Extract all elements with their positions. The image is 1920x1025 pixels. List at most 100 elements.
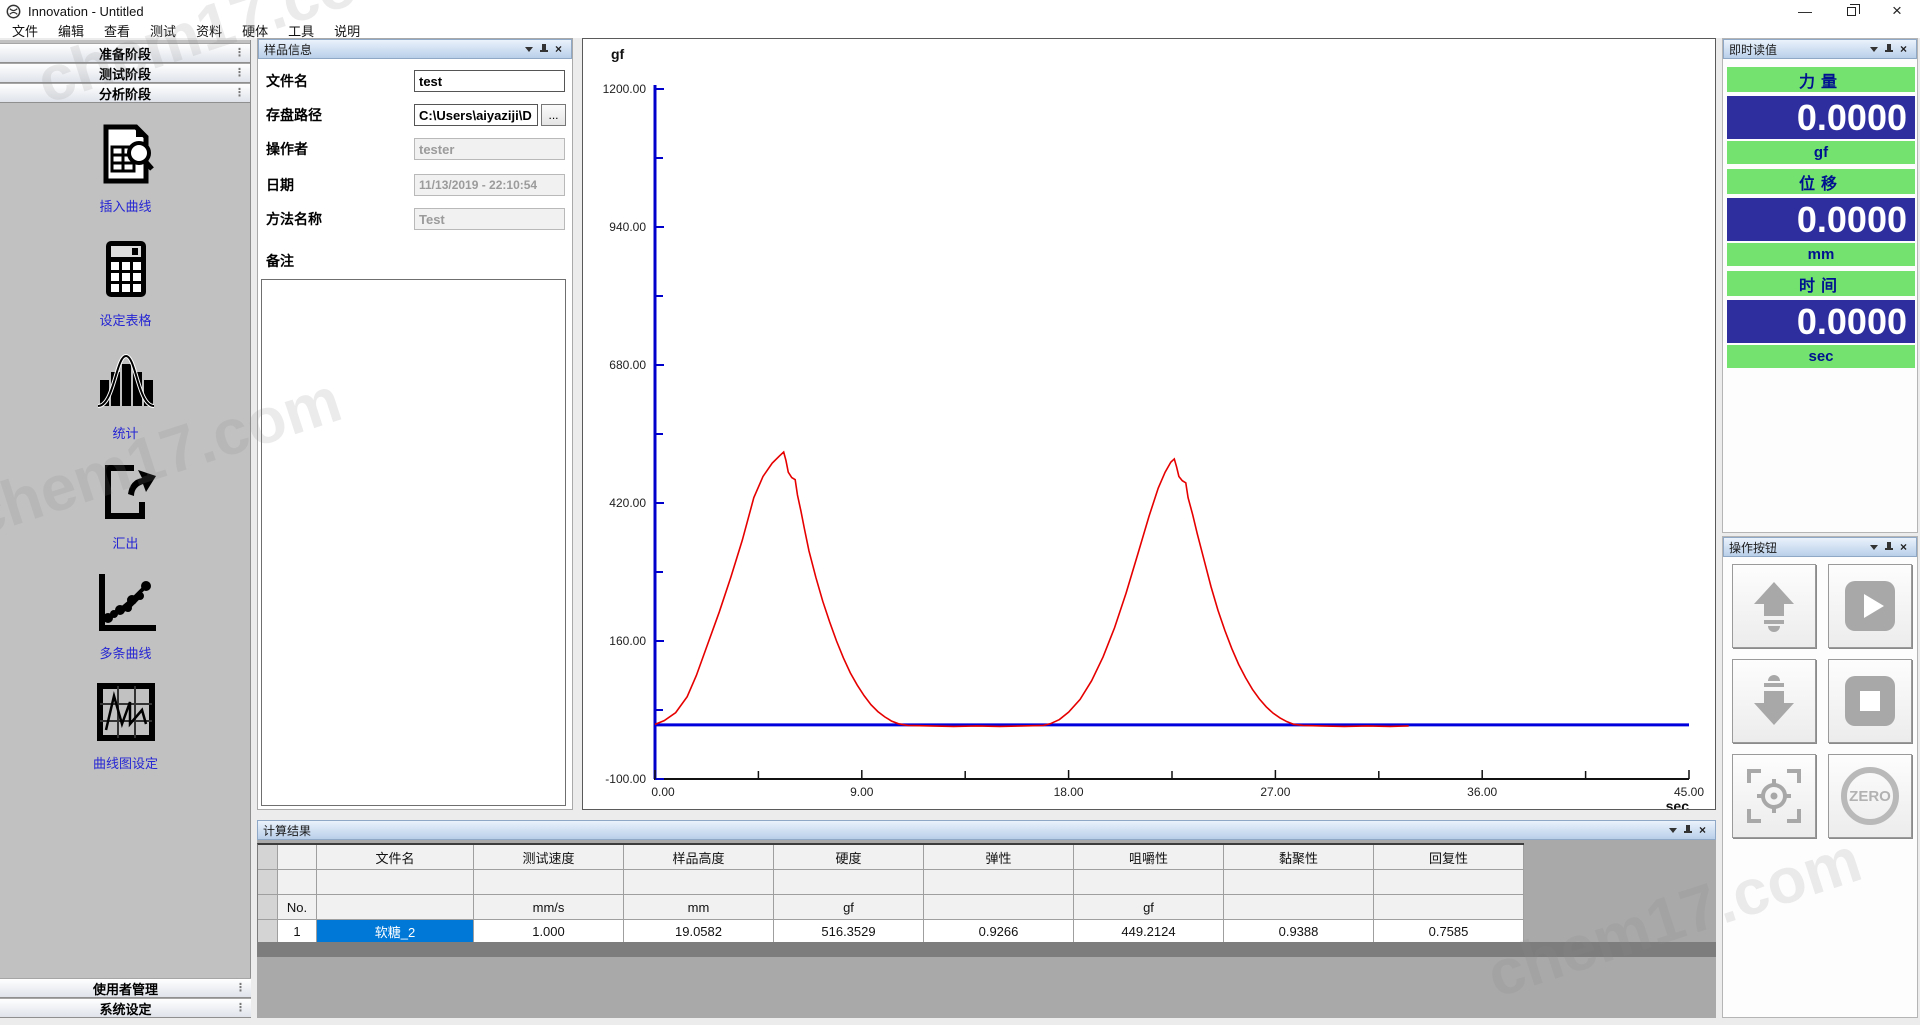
tab-user-management[interactable]: 使用者管理 ⋮ xyxy=(0,978,251,998)
panel-close-button[interactable]: × xyxy=(1695,823,1710,837)
displacement-unit: mm xyxy=(1727,243,1915,266)
title-bar: Innovation - Untitled — × xyxy=(0,0,1920,22)
menu-data[interactable]: 资料 xyxy=(186,21,232,40)
col-header-height[interactable]: 样品高度 xyxy=(624,845,774,870)
empty-cell xyxy=(1074,870,1224,895)
target-button[interactable] xyxy=(1732,754,1816,838)
readouts-header: 即时读值 × xyxy=(1723,39,1917,59)
col-header-hardness[interactable]: 硬度 xyxy=(774,845,924,870)
tool-label: 统计 xyxy=(0,423,251,442)
unit-speed: mm/s xyxy=(474,895,624,920)
panel-dropdown-button[interactable] xyxy=(1866,42,1881,56)
displacement-readout: 位移 0.0000 mm xyxy=(1727,169,1915,266)
grip-icon: ⋮ xyxy=(234,46,244,59)
unit-hardness: gf xyxy=(774,895,924,920)
remark-label: 备注 xyxy=(266,251,294,271)
panel-close-button[interactable]: × xyxy=(1896,42,1911,56)
pin-icon xyxy=(1884,44,1894,55)
col-header-cohesiveness[interactable]: 黏聚性 xyxy=(1224,845,1374,870)
tab-prepare-stage[interactable]: 准备阶段 ⋮ xyxy=(0,43,250,63)
tool-label: 插入曲线 xyxy=(0,196,251,215)
panel-title: 样品信息 xyxy=(264,41,521,58)
path-input[interactable] xyxy=(414,104,538,126)
tab-system-settings[interactable]: 系统设定 ⋮ xyxy=(0,998,251,1018)
empty-cell xyxy=(278,870,317,895)
tool-chart-settings[interactable]: 曲线图设定 xyxy=(0,680,251,772)
panel-pin-button[interactable] xyxy=(1881,42,1896,56)
panel-title: 操作按钮 xyxy=(1729,539,1866,556)
no-header: No. xyxy=(278,895,317,920)
menu-edit[interactable]: 编辑 xyxy=(48,21,94,40)
menu-file[interactable]: 文件 xyxy=(2,21,48,40)
panel-close-button[interactable]: × xyxy=(1896,540,1911,554)
chart-settings-icon xyxy=(94,680,158,742)
jog-down-button[interactable] xyxy=(1732,659,1816,743)
tab-analysis-stage[interactable]: 分析阶段 ⋮ xyxy=(0,83,250,103)
unit-filename xyxy=(317,895,474,920)
cell-speed[interactable]: 1.000 xyxy=(474,920,624,944)
empty-cell xyxy=(1374,870,1524,895)
tool-set-table[interactable]: 设定表格 xyxy=(0,237,251,329)
panel-dropdown-button[interactable] xyxy=(1665,823,1680,837)
tool-multi-curve[interactable]: 多条曲线 xyxy=(0,570,251,662)
force-time-chart: gf1200.00940.00680.00420.00160.00-100.00… xyxy=(583,39,1715,809)
menu-view[interactable]: 查看 xyxy=(94,21,140,40)
remark-textarea[interactable] xyxy=(261,279,566,806)
grip-icon: ⋮ xyxy=(235,1001,245,1014)
tab-label: 系统设定 xyxy=(0,999,251,1018)
stop-button[interactable] xyxy=(1828,659,1912,743)
menu-help[interactable]: 说明 xyxy=(324,21,370,40)
browse-button[interactable]: ... xyxy=(541,104,566,126)
cell-springiness[interactable]: 0.9266 xyxy=(924,920,1074,944)
row-gutter xyxy=(258,895,278,920)
col-header-chewiness[interactable]: 咀嚼性 xyxy=(1074,845,1224,870)
svg-text:420.00: 420.00 xyxy=(609,496,646,510)
panel-dropdown-button[interactable] xyxy=(1866,540,1881,554)
arrow-down-icon xyxy=(1746,673,1802,729)
panel-pin-button[interactable] xyxy=(1680,823,1695,837)
force-unit: gf xyxy=(1727,141,1915,164)
row-number[interactable]: 1 xyxy=(278,920,317,944)
restore-button[interactable] xyxy=(1828,0,1874,22)
minimize-button[interactable]: — xyxy=(1782,0,1828,22)
cell-chewiness[interactable]: 449.2124 xyxy=(1074,920,1224,944)
svg-text:0.00: 0.00 xyxy=(651,785,675,799)
close-icon: × xyxy=(1699,824,1706,836)
panel-pin-button[interactable] xyxy=(536,42,551,56)
zero-button[interactable]: ZERO xyxy=(1828,754,1912,838)
filename-input[interactable] xyxy=(414,70,565,92)
menu-test[interactable]: 测试 xyxy=(140,21,186,40)
cell-filename[interactable]: 软糖_2 xyxy=(317,920,474,944)
tool-statistics[interactable]: 统计 xyxy=(0,350,251,442)
panel-close-button[interactable]: × xyxy=(551,42,566,56)
cell-hardness[interactable]: 516.3529 xyxy=(774,920,924,944)
pin-icon xyxy=(1683,825,1693,836)
unit-cohesiveness xyxy=(1224,895,1374,920)
cell-height[interactable]: 19.0582 xyxy=(624,920,774,944)
cell-resilience[interactable]: 0.7585 xyxy=(1374,920,1524,944)
run-button[interactable] xyxy=(1828,564,1912,648)
col-header-filename[interactable]: 文件名 xyxy=(317,845,474,870)
close-button[interactable]: × xyxy=(1874,0,1920,22)
col-header-speed[interactable]: 测试速度 xyxy=(474,845,624,870)
col-header-springiness[interactable]: 弹性 xyxy=(924,845,1074,870)
cell-cohesiveness[interactable]: 0.9388 xyxy=(1224,920,1374,944)
force-value: 0.0000 xyxy=(1727,96,1915,139)
panel-dropdown-button[interactable] xyxy=(521,42,536,56)
tab-test-stage[interactable]: 测试阶段 ⋮ xyxy=(0,63,250,83)
menu-hardware[interactable]: 硬体 xyxy=(232,21,278,40)
col-header-resilience[interactable]: 回复性 xyxy=(1374,845,1524,870)
restore-icon xyxy=(1847,7,1856,16)
tab-label: 测试阶段 xyxy=(0,64,250,83)
chevron-down-icon xyxy=(1870,47,1878,52)
panel-pin-button[interactable] xyxy=(1881,540,1896,554)
tool-export[interactable]: 汇出 xyxy=(0,460,251,552)
jog-up-button[interactable] xyxy=(1732,564,1816,648)
results-header: 计算结果 × xyxy=(257,820,1716,840)
results-table: 文件名 测试速度 样品高度 硬度 弹性 咀嚼性 黏聚性 回复性 No. mm/s… xyxy=(257,843,1524,944)
close-icon: × xyxy=(1900,541,1907,553)
menu-tools[interactable]: 工具 xyxy=(278,21,324,40)
sample-info-header: 样品信息 × xyxy=(258,39,572,59)
time-label: 时间 xyxy=(1727,271,1915,296)
tool-insert-curve[interactable]: 插入曲线 xyxy=(0,123,251,215)
